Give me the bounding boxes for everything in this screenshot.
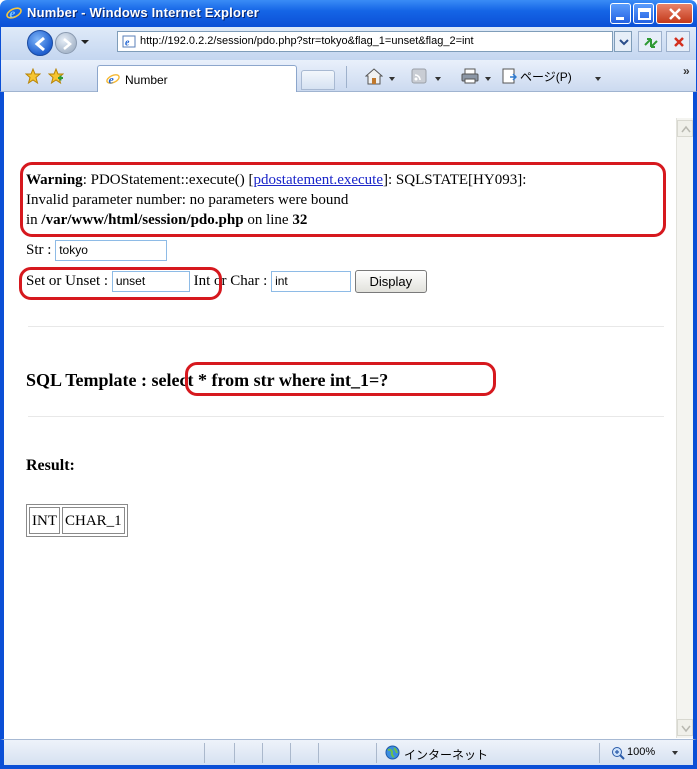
divider (28, 416, 664, 417)
favorites-star-icon[interactable] (25, 68, 41, 84)
refresh-icon (644, 38, 658, 48)
str-input[interactable]: tokyo (55, 240, 168, 262)
str-label: Str : (26, 242, 56, 258)
page-menu-icon[interactable] (501, 68, 517, 84)
tab-bar: e Number ページ(P) » (0, 60, 697, 92)
set-row: Set or Unset : unset Int or Char : int D… (26, 270, 427, 293)
forward-button[interactable] (55, 32, 77, 54)
page-content: Warning: PDOStatement::execute() [pdosta… (26, 170, 671, 537)
add-favorites-icon[interactable] (48, 68, 64, 84)
recent-pages-dropdown-icon[interactable] (81, 38, 89, 46)
tab-number[interactable]: e Number (97, 65, 297, 92)
address-dropdown-button[interactable] (614, 31, 632, 52)
feeds-dropdown-icon[interactable] (435, 77, 441, 81)
more-commands-icon[interactable]: » (683, 64, 690, 78)
int-label: Int or Char : (193, 272, 272, 289)
home-dropdown-icon[interactable] (389, 77, 395, 81)
status-divider (599, 743, 600, 763)
warning-label: Warning (26, 172, 83, 188)
sql-template-query: select * from str where int_1=? (151, 370, 389, 390)
back-arrow-icon (34, 36, 45, 52)
scroll-down-button[interactable] (677, 719, 693, 736)
set-label: Set or Unset : (26, 272, 112, 289)
internet-zone-globe-icon (385, 745, 400, 760)
result-table: INT CHAR_1 (26, 504, 128, 537)
svg-text:e: e (125, 38, 130, 49)
warning-line-2: Invalid parameter number: no parameters … (26, 192, 349, 208)
print-icon[interactable] (461, 68, 479, 84)
zoom-level[interactable]: 100% (627, 746, 655, 758)
status-divider (290, 743, 291, 763)
feeds-icon[interactable] (411, 68, 427, 84)
internet-explorer-tab-icon: e (106, 73, 120, 87)
page-menu-label[interactable]: ページ(P) (520, 68, 572, 85)
result-label: Result: (26, 457, 75, 474)
sql-template-label: SQL Template : (26, 370, 152, 390)
internet-explorer-icon: e (6, 6, 22, 21)
status-divider (204, 743, 205, 763)
maximize-icon (638, 8, 651, 20)
warning-path: /var/www/html/session/pdo.php (41, 212, 244, 228)
sql-template: SQL Template : select * from str where i… (26, 370, 388, 390)
new-tab-button[interactable] (301, 70, 335, 90)
status-divider (318, 743, 319, 763)
svg-text:e: e (10, 6, 16, 21)
close-button[interactable] (656, 3, 693, 24)
forward-arrow-icon (63, 38, 72, 50)
maximize-button[interactable] (633, 3, 654, 24)
warning-line-3: in /var/www/html/session/pdo.php on line… (26, 212, 308, 228)
int-input[interactable]: int (271, 271, 352, 292)
pdostatement-execute-link[interactable]: pdostatement.execute (253, 172, 383, 188)
svg-text:e: e (109, 73, 115, 87)
address-bar[interactable]: e http://192.0.2.2/session/pdo.php?str=t… (117, 31, 613, 52)
scroll-up-button[interactable] (677, 120, 693, 137)
str-row: Str : tokyo (26, 240, 168, 262)
table-header-cell: INT (29, 507, 60, 534)
back-button[interactable] (27, 30, 53, 56)
zoom-dropdown-icon[interactable] (672, 751, 678, 755)
title-bar: e Number - Windows Internet Explorer (0, 0, 697, 27)
zoom-icon[interactable] (611, 746, 625, 760)
stop-button[interactable] (666, 31, 690, 52)
status-divider (262, 743, 263, 763)
divider (28, 326, 664, 327)
warning-line-1: Warning: PDOStatement::execute() [pdosta… (26, 172, 527, 188)
page-icon: e (122, 35, 136, 48)
navigation-bar: e http://192.0.2.2/session/pdo.php?str=t… (0, 27, 697, 60)
table-row: INT CHAR_1 (29, 507, 125, 534)
display-button[interactable]: Display (354, 270, 427, 293)
status-divider (234, 743, 235, 763)
home-icon[interactable] (365, 68, 383, 85)
table-header-cell: CHAR_1 (62, 507, 125, 534)
window-title: Number - Windows Internet Explorer (27, 5, 260, 20)
tab-label: Number (125, 73, 168, 87)
close-icon (669, 8, 681, 20)
minimize-icon (616, 17, 624, 20)
print-dropdown-icon[interactable] (485, 77, 491, 81)
address-url[interactable]: http://192.0.2.2/session/pdo.php?str=tok… (140, 35, 474, 47)
security-zone-label: インターネット (404, 748, 489, 762)
refresh-button[interactable] (638, 31, 662, 52)
toolbar-separator (346, 66, 347, 88)
chevron-down-icon (619, 39, 629, 46)
vertical-scrollbar[interactable] (676, 118, 693, 738)
minimize-button[interactable] (610, 3, 631, 24)
status-bar: インターネット 100% (0, 739, 697, 769)
warning-line-number: 32 (292, 212, 308, 228)
chevron-up-icon (681, 125, 691, 133)
chevron-down-icon (681, 725, 691, 733)
page-menu-dropdown-icon[interactable] (595, 77, 601, 81)
stop-icon (674, 37, 684, 47)
status-divider (376, 743, 377, 763)
set-input[interactable]: unset (111, 271, 190, 292)
